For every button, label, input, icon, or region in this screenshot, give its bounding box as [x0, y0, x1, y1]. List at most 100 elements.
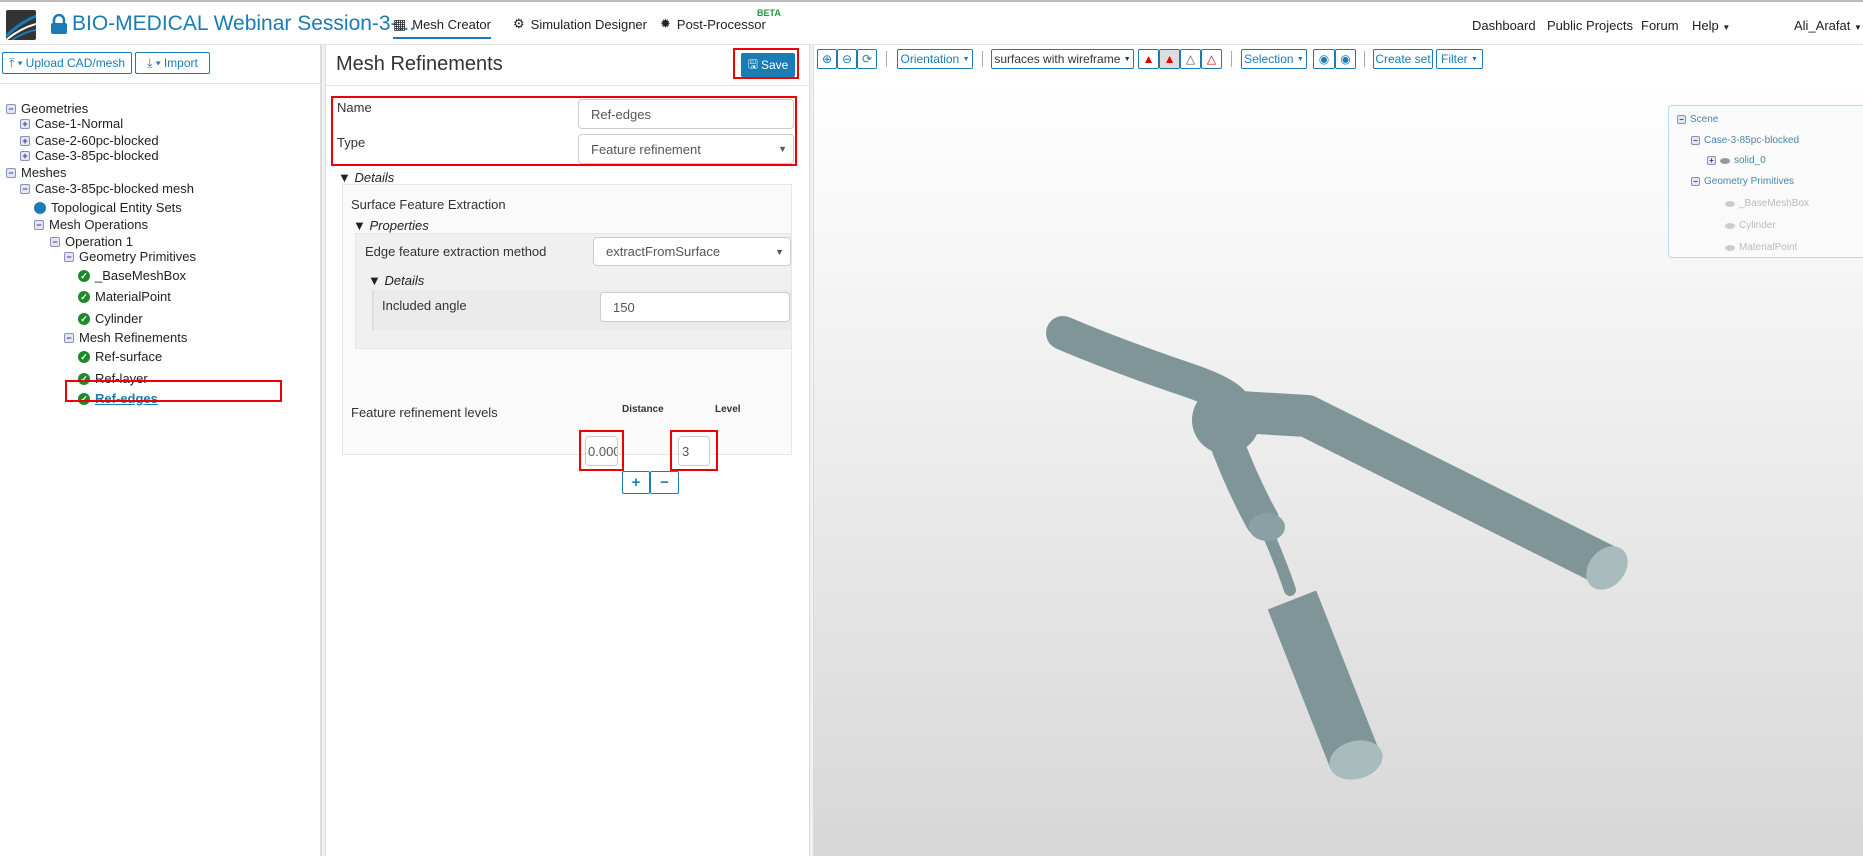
divider	[886, 51, 887, 67]
import-button[interactable]: ⤓ ▾ Import	[135, 52, 210, 74]
render-edges-button[interactable]: △	[1201, 49, 1222, 69]
tree-item[interactable]: ✓ Ref-surface	[78, 349, 162, 364]
collapse-icon[interactable]: −	[6, 103, 16, 114]
nav-help[interactable]: Help ▼	[1692, 18, 1730, 33]
filter-dropdown[interactable]: Filter ▼	[1436, 49, 1483, 69]
expand-icon[interactable]: +	[20, 118, 30, 129]
tree-item-label: Mesh Refinements	[79, 330, 188, 345]
tree-item[interactable]: − Case-3-85pc-blocked mesh	[20, 181, 194, 196]
scene-item[interactable]: − Scene	[1677, 114, 1718, 125]
level-header: Level	[715, 404, 741, 415]
render-mode-select[interactable]: surfaces with wireframe ▼	[991, 49, 1134, 69]
collapse-icon[interactable]: −	[1691, 136, 1700, 145]
tree-item-label: Ref-surface	[95, 349, 163, 364]
scene-item[interactable]: _BaseMeshBox	[1725, 198, 1809, 209]
properties-toggle[interactable]: ▼ Properties	[353, 218, 429, 233]
tree-item[interactable]: − Meshes	[6, 165, 67, 180]
tree-item[interactable]: − Geometries	[6, 101, 88, 116]
details-toggle[interactable]: ▼ Details	[368, 273, 424, 288]
reset-view-button[interactable]: ⟳	[857, 49, 877, 69]
circle-icon	[34, 201, 46, 214]
tree-item-label: Case-2-60pc-blocked	[35, 133, 159, 148]
user-menu[interactable]: Ali_Arafat ▼	[1794, 18, 1862, 33]
tree-item[interactable]: + Case-2-60pc-blocked	[20, 133, 159, 148]
remove-level-button[interactable]: −	[650, 471, 679, 494]
tree-item[interactable]: ✓ Cylinder	[78, 311, 143, 326]
page-title: Mesh Refinements	[336, 53, 503, 75]
render-wireframe-surface-button[interactable]: ▲	[1159, 49, 1180, 69]
tree-item-label: Geometry Primitives	[79, 249, 197, 264]
tree-item[interactable]: − Operation 1	[50, 234, 133, 249]
cog-icon: ✹	[660, 16, 671, 31]
scene-item-label: _BaseMeshBox	[1739, 198, 1810, 209]
method-select[interactable]: extractFromSurface ▼	[593, 237, 791, 266]
expand-icon[interactable]: +	[1707, 156, 1716, 165]
collapse-icon[interactable]: −	[1677, 115, 1686, 124]
collapse-icon[interactable]: −	[20, 183, 30, 194]
scene-item[interactable]: − Case-3-85pc-blocked	[1691, 135, 1799, 146]
nav-dashboard[interactable]: Dashboard	[1472, 18, 1536, 33]
render-wireframe-button[interactable]: △	[1180, 49, 1201, 69]
collapse-icon[interactable]: −	[50, 236, 60, 247]
divider	[0, 83, 321, 84]
app-logo[interactable]	[6, 10, 36, 40]
project-title[interactable]: BIO-MEDICAL Webinar Session-3-...	[72, 12, 415, 36]
zoom-out-button[interactable]: ⊖	[837, 49, 857, 69]
cone-icon: ▲	[1142, 52, 1155, 66]
tree-item[interactable]: Topological Entity Sets	[34, 200, 182, 215]
tree-item[interactable]: − Mesh Refinements	[64, 330, 187, 345]
scene-item[interactable]: Cylinder	[1725, 220, 1776, 231]
tree-item-label: Case-1-Normal	[35, 116, 124, 131]
left-panel: ⤒ ▾ Upload CAD/mesh ⤓ ▾ Import − Geometries…	[0, 45, 321, 856]
scene-item[interactable]: + solid_0	[1707, 155, 1766, 166]
orientation-dropdown[interactable]: Orientation ▼	[897, 49, 973, 69]
scene-item-label: Cylinder	[1739, 220, 1776, 231]
caret-down-icon: ▼	[962, 55, 970, 63]
nav-forum[interactable]: Forum	[1641, 18, 1679, 33]
scene-tree: − Scene − Case-3-85pc-blocked + solid_0 − Geome…	[1668, 105, 1863, 258]
collapse-icon[interactable]: −	[64, 251, 74, 262]
tree-item-label: Geometries	[21, 101, 89, 116]
tab-simulation-designer[interactable]: ⚙ Simulation Designer	[513, 16, 647, 32]
angle-label: Included angle	[382, 298, 467, 313]
tree-item[interactable]: + Case-1-Normal	[20, 116, 123, 131]
tree-item-label: Cylinder	[95, 311, 143, 326]
angle-input[interactable]: 150	[600, 292, 790, 322]
upload-cad-button[interactable]: ⤒ ▾ Upload CAD/mesh	[2, 52, 132, 74]
upload-icon: ⤒ ▾	[8, 55, 23, 70]
collapse-icon[interactable]: −	[6, 167, 16, 178]
add-level-button[interactable]: +	[622, 471, 650, 494]
nav-public-projects[interactable]: Public Projects	[1547, 18, 1633, 33]
hide-button[interactable]: ◉	[1313, 49, 1335, 69]
scene-item[interactable]: MaterialPoint	[1725, 242, 1797, 253]
render-surface-button[interactable]: ▲	[1138, 49, 1159, 69]
tree-item[interactable]: ✓ MaterialPoint	[78, 289, 171, 304]
eye-icon[interactable]	[1725, 244, 1735, 251]
collapse-icon[interactable]: −	[1691, 177, 1700, 186]
angle-panel: Included angle 150	[372, 290, 791, 330]
tree-item[interactable]: − Mesh Operations	[34, 217, 148, 232]
edges-icon: △	[1206, 52, 1217, 66]
collapse-icon[interactable]: −	[64, 332, 74, 343]
details-toggle[interactable]: ▼ Details	[338, 170, 394, 185]
eye-icon[interactable]	[1725, 222, 1735, 229]
download-icon: ⤓ ▾	[147, 55, 161, 70]
collapse-icon[interactable]: −	[34, 219, 44, 230]
selection-dropdown[interactable]: Selection ▼	[1241, 49, 1307, 69]
cone-wireframe-icon: ▲	[1163, 52, 1176, 66]
eye-icon[interactable]	[1720, 157, 1730, 164]
show-button[interactable]: ◉	[1335, 49, 1356, 69]
eye-icon[interactable]	[1725, 200, 1735, 207]
tab-mesh-creator[interactable]: ▦ Mesh Creator	[393, 16, 491, 39]
sfe-label: Surface Feature Extraction	[351, 197, 506, 212]
expand-icon[interactable]: +	[20, 135, 30, 146]
expand-icon[interactable]: +	[20, 150, 30, 161]
tab-post-processor[interactable]: ✹ Post-Processor	[660, 16, 766, 32]
check-circle-icon: ✓	[78, 350, 90, 363]
tree-item[interactable]: − Geometry Primitives	[64, 249, 196, 264]
create-set-button[interactable]: Create set	[1373, 49, 1433, 69]
tree-item[interactable]: + Case-3-85pc-blocked	[20, 148, 159, 163]
tree-item[interactable]: ✓ _BaseMeshBox	[78, 268, 186, 283]
zoom-in-button[interactable]: ⊕	[817, 49, 837, 69]
scene-item[interactable]: − Geometry Primitives	[1691, 176, 1794, 187]
